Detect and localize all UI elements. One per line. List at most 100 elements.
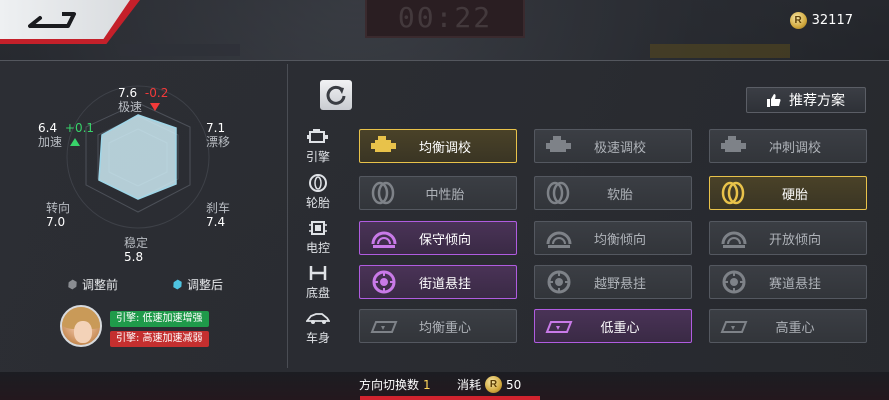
switch-count-label: 方向切换数 <box>359 378 420 392</box>
engine-icon <box>307 129 328 143</box>
stat-acceleration-label: 加速 <box>38 135 63 149</box>
legend-before: 调整前 <box>68 276 118 293</box>
weight-block-icon <box>720 321 748 333</box>
engine-icon <box>721 136 746 152</box>
stat-stability-label: 稳定 <box>124 236 149 250</box>
option-electronics-balanced[interactable]: 均衡倾向 <box>534 221 692 255</box>
option-label: 均衡重心 <box>418 320 471 336</box>
stat-top-speed-label: 极速 <box>118 100 143 114</box>
cost-label: 消耗 <box>457 378 482 392</box>
switch-count-info: 方向切换数 1 <box>359 376 431 393</box>
suspension-icon <box>722 270 746 294</box>
stat-drift-value: 7.1 <box>206 121 226 135</box>
option-engine-speed[interactable]: 极速调校 <box>534 129 692 163</box>
background-banner-left <box>120 44 240 56</box>
option-chassis-offroad[interactable]: 越野悬挂 <box>534 265 692 299</box>
background-banner <box>650 44 790 58</box>
tag-positive-effect: 引擎: 低速加速增强 <box>110 311 209 327</box>
currency-display: R 32117 <box>789 12 853 29</box>
stat-stability-value: 5.8 <box>124 250 144 264</box>
option-label: 中性胎 <box>425 187 465 203</box>
stat-braking-label: 刹车 <box>206 201 231 215</box>
stat-drift: 7.1 漂移 <box>206 121 230 149</box>
option-body-low[interactable]: 低重心 <box>534 309 692 343</box>
option-body-balanced[interactable]: 均衡重心 <box>359 309 517 343</box>
stat-acceleration-delta: +0.1 <box>64 121 95 135</box>
footer-accent <box>360 396 540 400</box>
cost-info: 消耗 R 50 <box>457 376 521 393</box>
coin-icon: R <box>789 12 807 29</box>
refresh-button[interactable] <box>320 80 352 110</box>
car-body-icon <box>306 313 330 324</box>
stat-braking: 刹车 7.4 <box>206 201 230 229</box>
thumbs-up-icon <box>767 94 781 107</box>
option-chassis-track[interactable]: 赛道悬挂 <box>709 265 867 299</box>
category-electronics: 电控 <box>300 219 336 256</box>
option-label: 高重心 <box>775 320 815 336</box>
option-engine-balanced[interactable]: 均衡调校 <box>359 129 517 163</box>
category-chassis-label: 底盘 <box>305 286 330 300</box>
stat-braking-value: 7.4 <box>206 215 226 229</box>
category-electronics-label: 电控 <box>305 241 330 255</box>
stat-top-speed-value: 7.6 <box>118 86 138 100</box>
option-label: 软胎 <box>606 187 633 203</box>
chassis-icon <box>309 266 327 280</box>
category-tire-label: 轮胎 <box>305 196 330 210</box>
recommend-button[interactable]: 推荐方案 <box>746 87 866 113</box>
category-body-label: 车身 <box>305 331 330 345</box>
option-chassis-street[interactable]: 街道悬挂 <box>359 265 517 299</box>
option-label: 赛道悬挂 <box>768 276 821 292</box>
stat-acceleration-value: 6.4 <box>38 121 58 135</box>
suspension-icon <box>547 270 571 294</box>
radar-after-shape <box>98 114 177 200</box>
gauge-icon <box>546 231 572 248</box>
option-label: 低重心 <box>600 320 640 336</box>
cost-amount: 50 <box>506 377 522 392</box>
gauge-icon <box>371 231 397 248</box>
stat-top-speed: 7.6 -0.2 极速 <box>118 86 168 114</box>
hexagon-grey-icon <box>66 278 78 290</box>
suspension-icon <box>372 270 396 294</box>
chip-icon <box>309 221 327 235</box>
category-chassis: 底盘 <box>300 264 336 301</box>
option-label: 保守倾向 <box>418 232 471 248</box>
option-tire-neutral[interactable]: 中性胎 <box>359 176 517 210</box>
stat-steering-label: 转向 <box>46 201 71 215</box>
tire-icon <box>309 174 327 192</box>
up-arrow-icon <box>69 138 80 146</box>
down-arrow-icon <box>149 103 160 111</box>
stat-acceleration: 6.4 +0.1 加速 <box>38 121 94 149</box>
option-label: 冲刺调校 <box>768 140 821 156</box>
option-label: 街道悬挂 <box>418 276 471 292</box>
tire-icon <box>721 181 745 205</box>
option-electronics-conservative[interactable]: 保守倾向 <box>359 221 517 255</box>
weight-block-icon <box>370 321 398 333</box>
option-tire-hard[interactable]: 硬胎 <box>709 176 867 210</box>
background-timer: 00:22 <box>365 0 525 38</box>
advisor-avatar[interactable] <box>60 305 102 347</box>
option-label: 均衡调校 <box>418 140 471 156</box>
weight-block-icon <box>545 321 573 333</box>
hexagon-blue-icon <box>171 278 183 290</box>
legend-after: 调整后 <box>173 276 223 293</box>
engine-icon <box>546 136 571 152</box>
stat-stability: 稳定 5.8 <box>124 236 148 264</box>
engine-icon <box>371 136 396 152</box>
tire-icon <box>546 181 570 205</box>
option-body-high[interactable]: 高重心 <box>709 309 867 343</box>
stat-drift-label: 漂移 <box>206 135 231 149</box>
back-arrow-icon <box>28 12 76 28</box>
switch-count-value: 1 <box>423 377 431 392</box>
option-label: 极速调校 <box>593 140 646 156</box>
stat-top-speed-delta: -0.2 <box>144 86 169 100</box>
option-engine-sprint[interactable]: 冲刺调校 <box>709 129 867 163</box>
option-tire-soft[interactable]: 软胎 <box>534 176 692 210</box>
tag-negative-effect: 引擎: 高速加速减弱 <box>110 331 209 347</box>
tire-icon <box>371 181 395 205</box>
legend-before-label: 调整前 <box>82 278 119 292</box>
option-electronics-open[interactable]: 开放倾向 <box>709 221 867 255</box>
recommend-label: 推荐方案 <box>789 93 845 109</box>
option-label: 均衡倾向 <box>593 232 646 248</box>
gauge-icon <box>721 231 747 248</box>
category-engine: 引擎 <box>300 128 336 165</box>
